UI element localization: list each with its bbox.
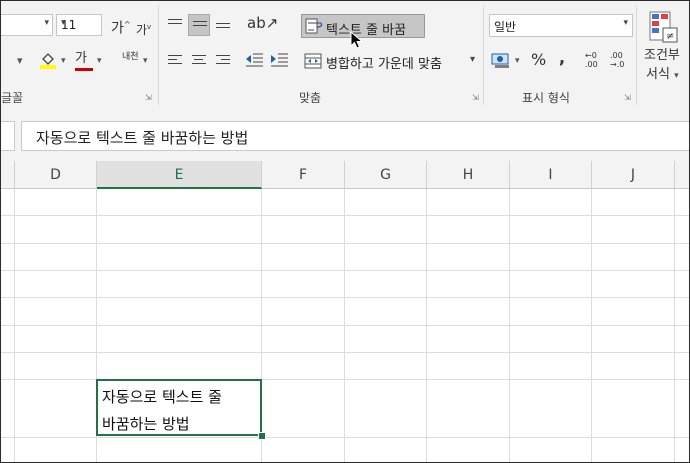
accounting-dropdown[interactable]: ▾: [515, 53, 520, 69]
align-middle-icon: [193, 21, 207, 33]
chevron-down-icon[interactable]: ▾: [470, 54, 475, 65]
name-box[interactable]: [1, 121, 15, 151]
conditional-format-label-1: 조건부: [644, 48, 680, 63]
grid-vline: [344, 189, 345, 462]
font-color-button[interactable]: 가: [75, 50, 93, 71]
fill-handle[interactable]: [258, 432, 266, 440]
merge-center-icon: [304, 53, 322, 69]
column-header-i[interactable]: I: [510, 161, 592, 189]
number-format-dropdown[interactable]: 일반 ▾: [489, 14, 633, 37]
increase-decimal-icon: ←0.00: [585, 51, 598, 69]
comma-button[interactable]: ,: [559, 50, 565, 66]
font-dialog-launcher[interactable]: ⇲: [145, 94, 153, 102]
grid-vline: [591, 189, 592, 462]
column-header-j[interactable]: J: [592, 161, 675, 189]
grid-vline: [509, 189, 510, 462]
group-separator: [636, 5, 637, 105]
fill-color-button[interactable]: [39, 51, 57, 73]
grid-vline: [426, 189, 427, 462]
merge-center-button[interactable]: 병합하고 가운데 맞춤 ▾: [304, 50, 482, 72]
currency-icon: [491, 53, 509, 68]
border-dropdown[interactable]: ▾: [17, 53, 23, 69]
orientation-button[interactable]: ab↗: [247, 15, 278, 31]
grid-hline: [1, 352, 689, 353]
conditional-format-label-2: 서식 ▾: [646, 67, 679, 82]
formula-bar[interactable]: 자동으로 텍스트 줄 바꿈하는 방법: [21, 121, 689, 151]
chevron-down-icon: ▾: [623, 18, 628, 28]
phonetic-dropdown[interactable]: ▾: [143, 53, 148, 69]
increase-indent-icon: [271, 53, 288, 67]
phonetic-button[interactable]: 내천: [122, 49, 139, 65]
number-group-label: 표시 형식: [522, 91, 570, 105]
alignment-group-label: 맞춤: [299, 91, 322, 105]
selected-cell[interactable]: 자동으로 텍스트 줄 바꿈하는 방법: [96, 379, 262, 436]
group-separator: [158, 5, 159, 105]
wrap-text-icon: [305, 18, 323, 34]
column-header-h[interactable]: H: [427, 161, 510, 189]
ribbon: ▾ 11 ▾ 가^ 가v ▾ ▾ 가 ▾ 내천 ▾ 글꼴 ⇲ ab↗ 텍스트 줄…: [1, 1, 689, 110]
grid-hline: [1, 437, 689, 438]
align-center-icon: [192, 55, 206, 67]
grid-hline: [1, 215, 689, 216]
decrease-indent-icon: [246, 53, 263, 67]
alignment-dialog-launcher[interactable]: ⇲: [472, 94, 480, 102]
conditional-format-button[interactable]: ≠: [649, 11, 679, 49]
formula-content: 자동으로 텍스트 줄 바꿈하는 방법: [36, 129, 249, 147]
wrap-text-label: 텍스트 줄 바꿈: [326, 23, 407, 38]
svg-text:≠: ≠: [666, 31, 674, 42]
grid-hline: [1, 243, 689, 244]
column-header-f[interactable]: F: [262, 161, 345, 189]
shrink-font-button[interactable]: 가v: [136, 19, 151, 38]
grid-hline: [1, 297, 689, 298]
chevron-down-icon: ▾: [674, 71, 679, 81]
grid-hline: [1, 325, 689, 326]
column-header-g[interactable]: G: [345, 161, 427, 189]
font-color-dropdown[interactable]: ▾: [97, 53, 102, 69]
mouse-cursor-icon: [350, 31, 364, 49]
align-right-icon: [216, 55, 230, 67]
merge-center-label: 병합하고 가운데 맞춤: [326, 57, 442, 72]
font-color-bar: [75, 68, 93, 71]
decrease-indent-button[interactable]: [244, 50, 266, 72]
column-header-d[interactable]: D: [15, 161, 97, 189]
increase-indent-button[interactable]: [269, 50, 291, 72]
decrease-decimal-icon: .00 →.0: [610, 51, 625, 69]
font-size-box[interactable]: 11 ▾: [56, 14, 102, 36]
grow-font-button[interactable]: 가^: [111, 17, 131, 37]
accounting-format-button[interactable]: [491, 51, 511, 73]
excel-window: ▾ 11 ▾ 가^ 가v ▾ ▾ 가 ▾ 내천 ▾ 글꼴 ⇲ ab↗ 텍스트 줄…: [0, 0, 690, 463]
align-middle-button[interactable]: [188, 14, 210, 36]
fill-color-dropdown[interactable]: ▾: [61, 53, 66, 69]
font-group-label: 글꼴: [1, 91, 24, 105]
conditional-format-icon: ≠: [649, 11, 678, 43]
number-dialog-launcher[interactable]: ⇲: [624, 94, 632, 102]
cell-text-line-1: 자동으로 텍스트 줄: [102, 388, 222, 406]
column-header-partial[interactable]: [1, 161, 15, 189]
align-left-button[interactable]: [164, 50, 186, 72]
align-top-icon: [168, 19, 182, 31]
align-top-button[interactable]: [164, 14, 186, 36]
increase-decimal-button[interactable]: ←0.00: [585, 51, 598, 69]
number-format-value: 일반: [494, 20, 517, 34]
font-name-box[interactable]: ▾: [1, 14, 53, 36]
align-left-icon: [168, 55, 182, 67]
column-header-partial[interactable]: [675, 161, 689, 189]
align-right-button[interactable]: [212, 50, 234, 72]
chevron-down-icon: ▾: [61, 18, 66, 28]
align-bottom-icon: [216, 23, 230, 35]
percent-button[interactable]: %: [531, 52, 546, 68]
grid-vline: [14, 189, 15, 462]
grid-hline: [1, 270, 689, 271]
column-header-e[interactable]: E: [97, 161, 262, 189]
decrease-decimal-button[interactable]: .00 →.0: [610, 51, 624, 69]
cell-text-line-2: 바꿈하는 방법: [102, 415, 190, 433]
group-separator: [483, 5, 484, 105]
grid-vline: [674, 189, 675, 462]
paint-bucket-icon: [40, 53, 56, 69]
chevron-down-icon: ▾: [44, 18, 49, 28]
align-bottom-button[interactable]: [212, 14, 234, 36]
align-center-button[interactable]: [188, 50, 210, 72]
orientation-icon: ab↗: [247, 14, 279, 32]
